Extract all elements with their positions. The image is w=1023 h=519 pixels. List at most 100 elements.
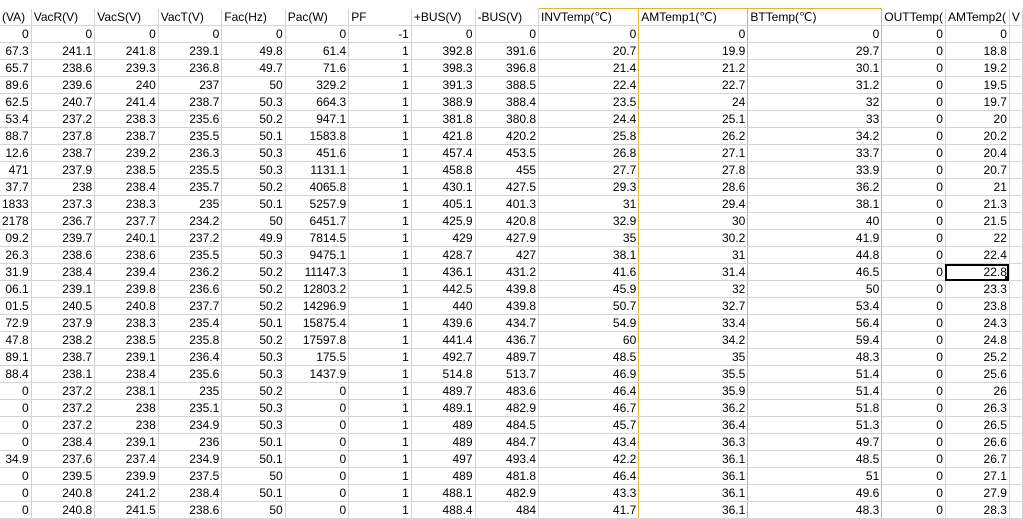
col-v-cell[interactable] — [1009, 450, 1023, 468]
col-amtemp2-cell[interactable]: 20.7 — [945, 161, 1010, 179]
col-invtemp-cell[interactable]: 20.7 — [538, 42, 640, 60]
col-v-cell[interactable] — [1009, 467, 1023, 485]
col-pac-cell[interactable]: 947.1 — [285, 110, 350, 128]
col-pf-cell[interactable]: 1 — [348, 484, 412, 502]
col-fac-cell[interactable]: 50.1 — [221, 433, 286, 451]
col-vact-cell[interactable]: 238.7 — [158, 93, 223, 111]
col-busp-cell[interactable]: 488.4 — [411, 501, 476, 519]
col-invtemp-cell[interactable]: 45.9 — [538, 280, 640, 298]
col-amtemp2-cell[interactable]: 25.2 — [945, 348, 1010, 366]
col-vact-cell[interactable]: 236.2 — [158, 263, 223, 281]
col-fac-cell[interactable]: 50.3 — [221, 246, 286, 264]
col-vact-cell[interactable]: 235 — [158, 195, 223, 213]
col-va-cell[interactable]: 0 — [0, 25, 32, 43]
col-outtemp-cell[interactable]: 0 — [881, 450, 946, 468]
col-busp-cell[interactable]: 514.8 — [411, 365, 476, 383]
col-amtemp2-cell[interactable]: 22 — [945, 229, 1010, 247]
col-vact-cell[interactable]: 236.8 — [158, 59, 223, 77]
col-vact-cell[interactable]: 235.1 — [158, 399, 223, 417]
col-pac-cell[interactable]: 11147.3 — [285, 263, 350, 281]
col-outtemp-cell[interactable]: 0 — [881, 144, 946, 162]
col-v-cell[interactable] — [1009, 59, 1023, 77]
col-bttemp-cell[interactable]: 51.4 — [747, 382, 883, 400]
col-busp-cell[interactable]: 492.7 — [411, 348, 476, 366]
col-amtemp1-cell[interactable]: 25.1 — [638, 110, 749, 128]
col-busn-cell[interactable]: 493.4 — [475, 450, 540, 468]
col-invtemp-cell[interactable]: 46.7 — [538, 399, 640, 417]
col-pac-cell[interactable]: 15875.4 — [285, 314, 350, 332]
col-busp-cell[interactable]: 436.1 — [411, 263, 476, 281]
col-vacs-cell[interactable]: 238.7 — [94, 127, 159, 145]
col-fac-cell[interactable]: 50.2 — [221, 382, 286, 400]
col-outtemp-cell[interactable]: 0 — [881, 484, 946, 502]
col-amtemp2-cell[interactable]: 19.7 — [945, 93, 1010, 111]
col-fac-cell[interactable]: 50.1 — [221, 195, 286, 213]
col-busp-cell[interactable]: 458.8 — [411, 161, 476, 179]
col-bttemp-cell[interactable]: 0 — [747, 25, 883, 43]
col-vact-cell[interactable]: 235.4 — [158, 314, 223, 332]
col-busp-cell[interactable]: 488.1 — [411, 484, 476, 502]
col-busn-cell[interactable]: 0 — [475, 25, 540, 43]
col-v-cell[interactable] — [1009, 484, 1023, 502]
col-vacs-cell[interactable]: 239.3 — [94, 59, 159, 77]
col-amtemp1-cell[interactable]: 33.4 — [638, 314, 749, 332]
col-vact-cell[interactable]: 235.6 — [158, 110, 223, 128]
col-outtemp-cell[interactable]: 0 — [881, 433, 946, 451]
col-outtemp-header[interactable]: OUTTemp( — [881, 8, 946, 26]
col-invtemp-cell[interactable]: 54.9 — [538, 314, 640, 332]
col-busp-cell[interactable]: 421.8 — [411, 127, 476, 145]
col-fac-cell[interactable]: 50.1 — [221, 484, 286, 502]
col-va-cell[interactable]: 65.7 — [0, 59, 32, 77]
col-vacs-cell[interactable]: 238.4 — [94, 365, 159, 383]
col-vact-cell[interactable]: 236.6 — [158, 280, 223, 298]
col-amtemp2-cell[interactable]: 21.5 — [945, 212, 1010, 230]
col-bttemp-cell[interactable]: 49.7 — [747, 433, 883, 451]
col-pf-cell[interactable]: 1 — [348, 416, 412, 434]
col-amtemp2-cell[interactable]: 26.5 — [945, 416, 1010, 434]
col-busn-cell[interactable]: 484 — [475, 501, 540, 519]
col-v-header[interactable]: V — [1009, 8, 1023, 26]
col-vacr-cell[interactable]: 239.5 — [31, 467, 96, 485]
col-busp-cell[interactable]: 442.5 — [411, 280, 476, 298]
col-vacr-cell[interactable]: 238.6 — [31, 59, 96, 77]
col-vacr-cell[interactable]: 241.1 — [31, 42, 96, 60]
col-busn-cell[interactable]: 388.5 — [475, 76, 540, 94]
col-fac-cell[interactable]: 50 — [221, 76, 286, 94]
col-fac-cell[interactable]: 50.3 — [221, 365, 286, 383]
col-busn-cell[interactable]: 481.8 — [475, 467, 540, 485]
col-va-cell[interactable]: 88.4 — [0, 365, 32, 383]
col-pf-cell[interactable]: 1 — [348, 93, 412, 111]
col-vacs-cell[interactable]: 239.1 — [94, 348, 159, 366]
col-busp-cell[interactable]: 489 — [411, 467, 476, 485]
col-vact-header[interactable]: VacT(V) — [158, 8, 223, 26]
col-vacs-header[interactable]: VacS(V) — [94, 8, 159, 26]
col-outtemp-cell[interactable]: 0 — [881, 348, 946, 366]
col-amtemp1-cell[interactable]: 36.2 — [638, 399, 749, 417]
col-va-cell[interactable]: 0 — [0, 467, 32, 485]
col-outtemp-cell[interactable]: 0 — [881, 399, 946, 417]
col-amtemp1-cell[interactable]: 22.7 — [638, 76, 749, 94]
col-pac-cell[interactable]: 664.3 — [285, 93, 350, 111]
col-outtemp-cell[interactable]: 0 — [881, 212, 946, 230]
col-amtemp2-cell[interactable]: 19.5 — [945, 76, 1010, 94]
col-vacr-cell[interactable]: 240.5 — [31, 297, 96, 315]
col-v-cell[interactable] — [1009, 280, 1023, 298]
col-invtemp-cell[interactable]: 24.4 — [538, 110, 640, 128]
col-fac-cell[interactable]: 50.1 — [221, 450, 286, 468]
col-busn-cell[interactable]: 482.9 — [475, 484, 540, 502]
col-amtemp2-cell[interactable]: 24.8 — [945, 331, 1010, 349]
col-fac-cell[interactable]: 50.3 — [221, 161, 286, 179]
col-va-cell[interactable]: 31.9 — [0, 263, 32, 281]
col-busn-cell[interactable]: 482.9 — [475, 399, 540, 417]
col-v-cell[interactable] — [1009, 246, 1023, 264]
col-vacs-cell[interactable]: 239.8 — [94, 280, 159, 298]
col-v-cell[interactable] — [1009, 331, 1023, 349]
col-pf-cell[interactable]: 1 — [348, 399, 412, 417]
col-bttemp-cell[interactable]: 36.2 — [747, 178, 883, 196]
col-outtemp-cell[interactable]: 0 — [881, 382, 946, 400]
col-amtemp1-cell[interactable]: 36.1 — [638, 484, 749, 502]
col-vacs-cell[interactable]: 238.3 — [94, 110, 159, 128]
col-amtemp2-cell[interactable]: 20 — [945, 110, 1010, 128]
col-vacr-cell[interactable]: 0 — [31, 25, 96, 43]
col-pf-cell[interactable]: 1 — [348, 229, 412, 247]
